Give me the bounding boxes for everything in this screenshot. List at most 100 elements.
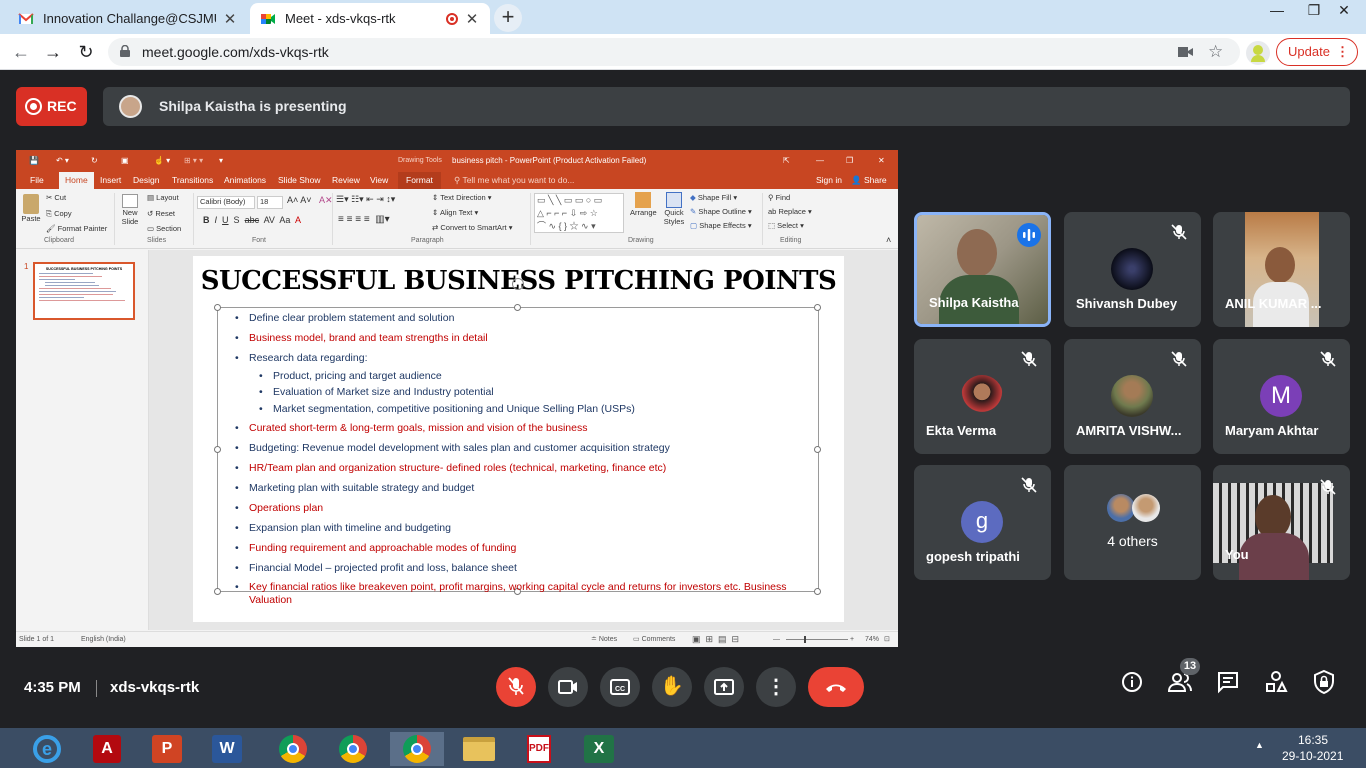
slide-thumbnail[interactable]: SUCCESSFUL BUSINESS PITCHING POINTS xyxy=(33,262,135,320)
collapse-ribbon-icon[interactable]: ˄ xyxy=(886,235,891,245)
present-now-button[interactable] xyxy=(704,667,744,707)
excel-icon[interactable]: X xyxy=(572,732,626,766)
participant-tile-maryam[interactable]: M Maryam Akhtar xyxy=(1213,339,1350,454)
convert-smartart-button[interactable]: ⇄ Convert to SmartArt ▾ xyxy=(432,223,513,232)
align-icons[interactable]: ≡ ≡ ≡ ≡ ▥▾ xyxy=(338,214,390,225)
comments-button[interactable]: ▭ Comments xyxy=(633,632,675,647)
update-button[interactable]: Update ⋮ xyxy=(1276,38,1358,66)
section-button[interactable]: ▭ Section xyxy=(147,224,181,233)
resize-handle[interactable] xyxy=(814,304,821,311)
new-slide-button[interactable]: New Slide xyxy=(119,192,141,230)
font-size-select[interactable]: 18 xyxy=(257,196,283,209)
rotate-handle-icon[interactable] xyxy=(512,278,524,290)
chrome-icon[interactable] xyxy=(266,732,320,766)
powerpoint-taskbar-icon[interactable]: P xyxy=(140,732,194,766)
clear-formatting-icon[interactable]: A✕ xyxy=(319,195,333,206)
present-icon[interactable]: ▣ xyxy=(121,150,129,172)
resize-handle[interactable] xyxy=(214,588,221,595)
bookmark-star-icon[interactable]: ☆ xyxy=(1208,38,1223,66)
new-tab-button[interactable]: + xyxy=(494,4,522,32)
leave-call-button[interactable] xyxy=(808,667,864,707)
mic-toggle-button[interactable] xyxy=(496,667,536,707)
paste-button[interactable]: Paste xyxy=(20,192,42,226)
internet-explorer-icon[interactable]: e xyxy=(20,732,74,766)
chrome-icon-active[interactable] xyxy=(390,732,444,766)
camera-blocked-icon[interactable] xyxy=(1178,45,1194,59)
text-direction-button[interactable]: ⇕ Text Direction ▾ xyxy=(432,193,492,202)
redo-icon[interactable]: ↻ xyxy=(91,150,98,172)
layout-button[interactable]: ▤ Layout xyxy=(147,193,179,202)
tell-me-search[interactable]: ⚲ Tell me what you want to do... xyxy=(454,172,574,189)
people-button[interactable]: 13 xyxy=(1166,658,1200,696)
address-bar[interactable]: meet.google.com/xds-vkqs-rtk ☆ xyxy=(108,38,1240,66)
host-controls-button[interactable] xyxy=(1310,668,1338,696)
ppt-restore-icon[interactable]: ❐ xyxy=(846,150,853,172)
chat-button[interactable] xyxy=(1214,668,1242,696)
participant-tile-shilpa[interactable]: Shilpa Kaistha xyxy=(914,212,1051,327)
tab-insert[interactable]: Insert xyxy=(100,172,121,189)
shape-effects-button[interactable]: ▢ Shape Effects ▾ xyxy=(690,221,752,230)
tab-transitions[interactable]: Transitions xyxy=(172,172,213,189)
tab-format[interactable]: Format xyxy=(398,172,441,189)
customize-icon[interactable]: ▾ xyxy=(219,150,223,172)
participant-tile-others[interactable]: 4 others xyxy=(1064,465,1201,580)
tab-design[interactable]: Design xyxy=(133,172,159,189)
format-painter-button[interactable]: 🖌 Format Painter xyxy=(46,224,107,233)
zoom-out-icon[interactable]: — xyxy=(773,632,780,647)
table-icon[interactable]: ⊞ ▾ ▾ xyxy=(184,150,203,172)
forward-icon[interactable]: → xyxy=(42,41,64,63)
ppt-close-icon[interactable]: ✕ xyxy=(878,150,885,172)
participant-tile-shivansh[interactable]: Shivansh Dubey xyxy=(1064,212,1201,327)
back-icon[interactable]: ← xyxy=(10,41,32,63)
zoom-in-icon[interactable]: + xyxy=(850,632,854,647)
participant-tile-you[interactable]: You xyxy=(1213,465,1350,580)
raise-hand-button[interactable]: ✋ xyxy=(652,667,692,707)
fit-slide-icon[interactable]: ⊡ xyxy=(884,632,890,647)
meeting-details-button[interactable] xyxy=(1118,668,1146,696)
shape-outline-button[interactable]: ✎ Shape Outline ▾ xyxy=(690,207,752,216)
participant-tile-ekta[interactable]: Ekta Verma xyxy=(914,339,1051,454)
participant-tile-amrita[interactable]: AMRITA VISHW... xyxy=(1064,339,1201,454)
pdf-icon[interactable]: PDF xyxy=(512,732,566,766)
list-icons[interactable]: ☰▾ ☷▾ ⇤ ⇥ ↕▾ xyxy=(336,194,395,205)
sign-in-link[interactable]: Sign in xyxy=(816,172,842,189)
replace-button[interactable]: ab Replace ▾ xyxy=(768,207,812,216)
tab-animations[interactable]: Animations xyxy=(224,172,266,189)
find-button[interactable]: ⚲ Find xyxy=(768,193,790,202)
arrange-button[interactable]: Arrange xyxy=(630,192,657,217)
participant-tile-anil[interactable]: ANIL KUMAR ... xyxy=(1213,212,1350,327)
chrome-icon[interactable] xyxy=(326,732,380,766)
acrobat-icon[interactable]: A xyxy=(80,732,134,766)
close-icon[interactable]: ✕ xyxy=(222,10,238,28)
tab-slide-show[interactable]: Slide Show xyxy=(278,172,321,189)
grow-shrink-font-icon[interactable]: A˄ A˅ xyxy=(287,195,312,205)
ribbon-display-icon[interactable]: ⇱ xyxy=(783,150,790,172)
font-format-icons[interactable]: B I U S abc AV Aa A xyxy=(203,215,301,225)
reset-button[interactable]: ↺ Reset xyxy=(147,209,175,218)
notes-button[interactable]: ≐ Notes xyxy=(591,632,617,647)
more-options-button[interactable]: ⋮ xyxy=(756,667,796,707)
activities-button[interactable] xyxy=(1262,668,1290,696)
participant-tile-gopesh[interactable]: g gopesh tripathi xyxy=(914,465,1051,580)
show-hidden-icons[interactable]: ▲ xyxy=(1255,740,1264,750)
zoom-slider-thumb[interactable] xyxy=(804,636,806,643)
cut-button[interactable]: ✂ Cut xyxy=(46,193,66,202)
shape-fill-button[interactable]: ◆ Shape Fill ▾ xyxy=(690,193,737,202)
recording-badge[interactable]: REC xyxy=(16,87,87,126)
reload-icon[interactable]: ↻ xyxy=(75,41,97,63)
resize-handle[interactable] xyxy=(814,446,821,453)
profile-avatar[interactable] xyxy=(1246,41,1270,65)
select-button[interactable]: ⬚ Select ▾ xyxy=(768,221,804,230)
align-text-button[interactable]: ⇕ Align Text ▾ xyxy=(432,208,478,217)
tab-view[interactable]: View xyxy=(370,172,388,189)
touch-icon[interactable]: ☝ ▾ xyxy=(154,150,170,172)
close-window-button[interactable]: ✕ xyxy=(1322,0,1366,22)
resize-handle[interactable] xyxy=(814,588,821,595)
save-icon[interactable]: 💾 xyxy=(29,150,39,172)
copy-button[interactable]: ⎘ Copy xyxy=(46,209,72,219)
font-name-select[interactable]: Calibri (Body) xyxy=(197,196,255,209)
camera-toggle-button[interactable] xyxy=(548,667,588,707)
zoom-slider[interactable] xyxy=(786,636,848,643)
tab-file[interactable]: File xyxy=(30,172,44,189)
resize-handle[interactable] xyxy=(214,446,221,453)
